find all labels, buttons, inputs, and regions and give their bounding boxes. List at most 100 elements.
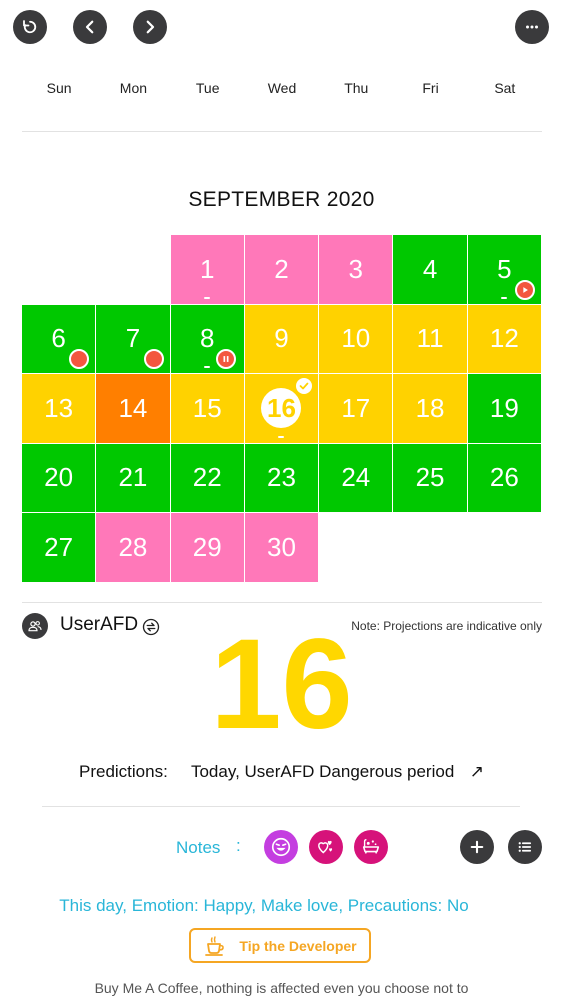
add-note-button[interactable]	[460, 830, 494, 864]
calendar-day-15[interactable]: 15	[170, 374, 245, 444]
predictions-value: Today, UserAFD Dangerous period	[190, 762, 455, 781]
notes-label: Notes	[176, 838, 221, 857]
selected-day-number: 16	[210, 613, 353, 756]
day-number: 19	[489, 392, 519, 423]
day-number: 9	[274, 323, 289, 354]
divider	[42, 806, 520, 807]
day-number: 7	[125, 323, 141, 354]
day-number: 15	[192, 392, 222, 423]
calendar-day-3[interactable]: 3	[319, 235, 394, 305]
calendar-day-29[interactable]: 29	[170, 513, 245, 583]
chevron-right-icon	[146, 20, 155, 34]
day-number: 27	[44, 531, 74, 562]
day-number: 21	[118, 462, 148, 493]
day-number: 28	[118, 531, 148, 562]
day-number: 11	[416, 323, 444, 354]
day-number: 5	[497, 253, 512, 284]
calendar-day-16[interactable]: 16	[244, 374, 320, 444]
day-number: 14	[118, 392, 148, 423]
day-number: 13	[44, 392, 74, 423]
month-title: SEPTEMBER 2020	[188, 188, 375, 211]
day-number: 2	[274, 253, 289, 284]
calendar-day-2[interactable]: 2	[244, 235, 320, 305]
calendar-day-24[interactable]: 24	[319, 443, 394, 513]
calendar-day-9[interactable]: 9	[244, 304, 320, 374]
calendar-day-27[interactable]: 27	[22, 513, 97, 583]
pause-marker-icon	[215, 349, 236, 369]
hearts-icon[interactable]	[309, 830, 343, 864]
weekday-sun: Sun	[46, 80, 72, 96]
day-number: 4	[422, 253, 438, 284]
calendar-day-5[interactable]: 5	[467, 235, 542, 305]
day-number: 6	[51, 323, 66, 354]
tip-developer-button[interactable]: Tip the Developer	[189, 928, 371, 963]
day-number: 24	[341, 462, 371, 493]
day-number: 18	[415, 392, 445, 423]
calendar-blank-cell	[96, 235, 171, 305]
day-number: 3	[348, 253, 364, 284]
calendar-day-21[interactable]: 21	[96, 443, 171, 513]
calendar-blank-cell	[22, 235, 97, 305]
day-number: 12	[489, 323, 519, 354]
notes-colon: :	[236, 836, 241, 855]
checkmark-icon	[296, 378, 313, 394]
calendar-day-4[interactable]: 4	[393, 235, 468, 305]
calendar-day-19[interactable]: 19	[467, 374, 542, 444]
calendar-day-18[interactable]: 18	[393, 374, 468, 444]
day-number: 17	[341, 392, 371, 423]
calendar-day-20[interactable]: 20	[22, 443, 97, 513]
weekday-sat: Sat	[494, 80, 516, 96]
list-icon	[518, 842, 532, 852]
calendar-day-14[interactable]: 14	[96, 374, 171, 444]
prev-month-button[interactable]	[73, 10, 107, 44]
day-number: 22	[192, 462, 222, 493]
today-indicator: 16	[261, 388, 302, 429]
dot-marker-icon	[143, 349, 164, 369]
play-marker-icon	[514, 279, 535, 300]
calendar-day-30[interactable]: 30	[244, 513, 320, 583]
divider	[22, 602, 542, 603]
calendar-day-8[interactable]: 8	[170, 304, 245, 374]
divider	[22, 131, 542, 132]
day-number: 29	[192, 531, 222, 562]
weekday-tue: Tue	[195, 80, 220, 96]
footer-text: Buy Me A Coffee, nothing is affected eve…	[94, 980, 469, 996]
next-month-button[interactable]	[133, 10, 167, 44]
bathtub-icon[interactable]	[354, 830, 388, 864]
calendar-day-13[interactable]: 13	[22, 374, 97, 444]
predictions-label: Predictions:	[78, 762, 168, 781]
notes-list-button[interactable]	[508, 830, 542, 864]
weekday-wed: Wed	[267, 80, 297, 96]
calendar-day-11[interactable]: 11	[393, 304, 468, 374]
refresh-button[interactable]	[13, 10, 47, 44]
weekday-mon: Mon	[119, 80, 148, 96]
note-indicator	[501, 296, 508, 299]
calendar-day-25[interactable]: 25	[393, 443, 468, 513]
calendar-day-1[interactable]: 1	[170, 235, 245, 305]
day-number: 25	[415, 462, 445, 493]
calendar-day-10[interactable]: 10	[319, 304, 394, 374]
weekday-thu: Thu	[344, 80, 369, 96]
calendar-day-12[interactable]: 12	[467, 304, 542, 374]
happy-face-icon[interactable]	[264, 830, 298, 864]
calendar-day-17[interactable]: 17	[319, 374, 394, 444]
tip-button-label: Tip the Developer	[239, 937, 357, 954]
day-number: 20	[44, 462, 74, 493]
calendar-day-22[interactable]: 22	[170, 443, 245, 513]
day-number: 1	[199, 253, 215, 284]
plus-icon	[470, 840, 484, 854]
calendar-day-28[interactable]: 28	[96, 513, 171, 583]
day-number: 30	[267, 531, 296, 562]
dot-marker-icon	[69, 349, 90, 369]
calendar-day-7[interactable]: 7	[96, 304, 171, 374]
calendar-day-26[interactable]: 26	[467, 443, 542, 513]
note-indicator	[204, 366, 211, 368]
more-options-button[interactable]	[515, 10, 549, 44]
weekday-header: Sun Mon Tue Wed Thu Fri Sat	[22, 80, 542, 96]
more-dots-icon	[526, 25, 538, 29]
notes-row: Notes :	[22, 830, 542, 866]
calendar-day-23[interactable]: 23	[244, 443, 320, 513]
predictions[interactable]: Predictions: Today, UserAFD Dangerous pe…	[0, 762, 563, 782]
chevron-left-icon	[85, 20, 94, 34]
calendar-day-6[interactable]: 6	[22, 304, 97, 374]
